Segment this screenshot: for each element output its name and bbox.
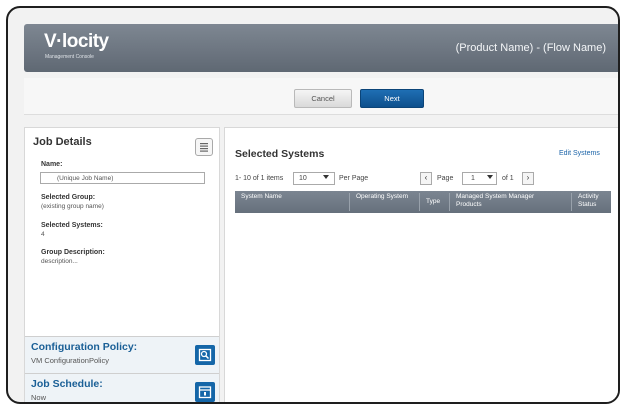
job-schedule-value: Now: [31, 393, 47, 402]
page-of-text: of 1: [502, 175, 514, 182]
name-label: Name:: [41, 161, 63, 168]
column-header-system-name[interactable]: System Name: [235, 193, 349, 211]
items-count-text: 1- 10 of 1 items: [235, 175, 284, 182]
selected-group-label: Selected Group:: [41, 194, 96, 201]
app-logo: V·locity: [44, 31, 109, 52]
per-page-select[interactable]: 10: [293, 172, 335, 185]
app-logo-subtitle: Management Console: [45, 54, 94, 60]
configuration-policy-value: VM ConfigurationPolicy: [31, 356, 109, 365]
chevron-left-icon: ‹: [424, 173, 428, 182]
next-page-button[interactable]: ›: [522, 172, 534, 185]
per-page-label: Per Page: [339, 175, 369, 182]
configuration-policy-title: Configuration Policy:: [31, 341, 138, 353]
group-description-label: Group Description:: [41, 249, 105, 256]
edit-systems-link[interactable]: Edit Systems: [559, 150, 600, 157]
flow-title: (Product Name) - (Flow Name): [455, 42, 606, 54]
page-label: Page: [437, 175, 454, 182]
column-header-managed-products[interactable]: Managed Products: [449, 193, 483, 211]
selected-systems-label: Selected Systems:: [41, 222, 103, 229]
list-icon[interactable]: [195, 138, 213, 156]
search-edit-icon[interactable]: [195, 345, 215, 365]
page-select[interactable]: 1: [462, 172, 497, 185]
job-schedule-title: Job Schedule:: [31, 378, 103, 390]
chevron-right-icon: ›: [526, 173, 530, 182]
job-schedule-section: Job Schedule: Now: [25, 373, 219, 402]
selected-systems-title: Selected Systems: [235, 148, 325, 160]
list-icon-glyph: [200, 143, 208, 152]
group-description-value: description...: [41, 258, 78, 265]
column-header-operating-system[interactable]: Operating System: [349, 193, 419, 211]
chevron-down-icon: [487, 172, 493, 183]
job-name-input[interactable]: [40, 172, 205, 184]
per-page-value: 10: [299, 175, 307, 182]
job-details-title: Job Details: [33, 136, 92, 148]
cancel-button[interactable]: Cancel: [294, 89, 352, 108]
column-header-type[interactable]: Type: [419, 193, 449, 211]
configuration-policy-section: Configuration Policy: VM ConfigurationPo…: [25, 336, 219, 374]
selected-group-value: (existing group name): [41, 203, 104, 210]
search-edit-icon-glyph: [198, 348, 212, 362]
next-button[interactable]: Next: [360, 89, 424, 108]
page-value: 1: [471, 175, 475, 182]
systems-table-header: System Name Operating System Type Manage…: [235, 191, 611, 213]
column-header-activity-status[interactable]: Activity Status: [571, 193, 611, 211]
calendar-icon-glyph: [198, 386, 212, 399]
chevron-down-icon: [323, 172, 329, 183]
action-bar: Cancel Next: [24, 78, 618, 115]
column-header-system-manager[interactable]: System Manager: [479, 193, 571, 211]
selected-systems-value: 4: [41, 231, 45, 238]
app-window: V·locity Management Console (Product Nam…: [6, 6, 620, 404]
job-details-panel: Job Details Name: Selected Group: (exist…: [24, 127, 220, 402]
selected-systems-panel: Selected Systems Edit Systems 1- 10 of 1…: [224, 127, 618, 402]
calendar-icon[interactable]: [195, 382, 215, 402]
prev-page-button[interactable]: ‹: [420, 172, 432, 185]
app-header: V·locity Management Console (Product Nam…: [24, 24, 618, 72]
